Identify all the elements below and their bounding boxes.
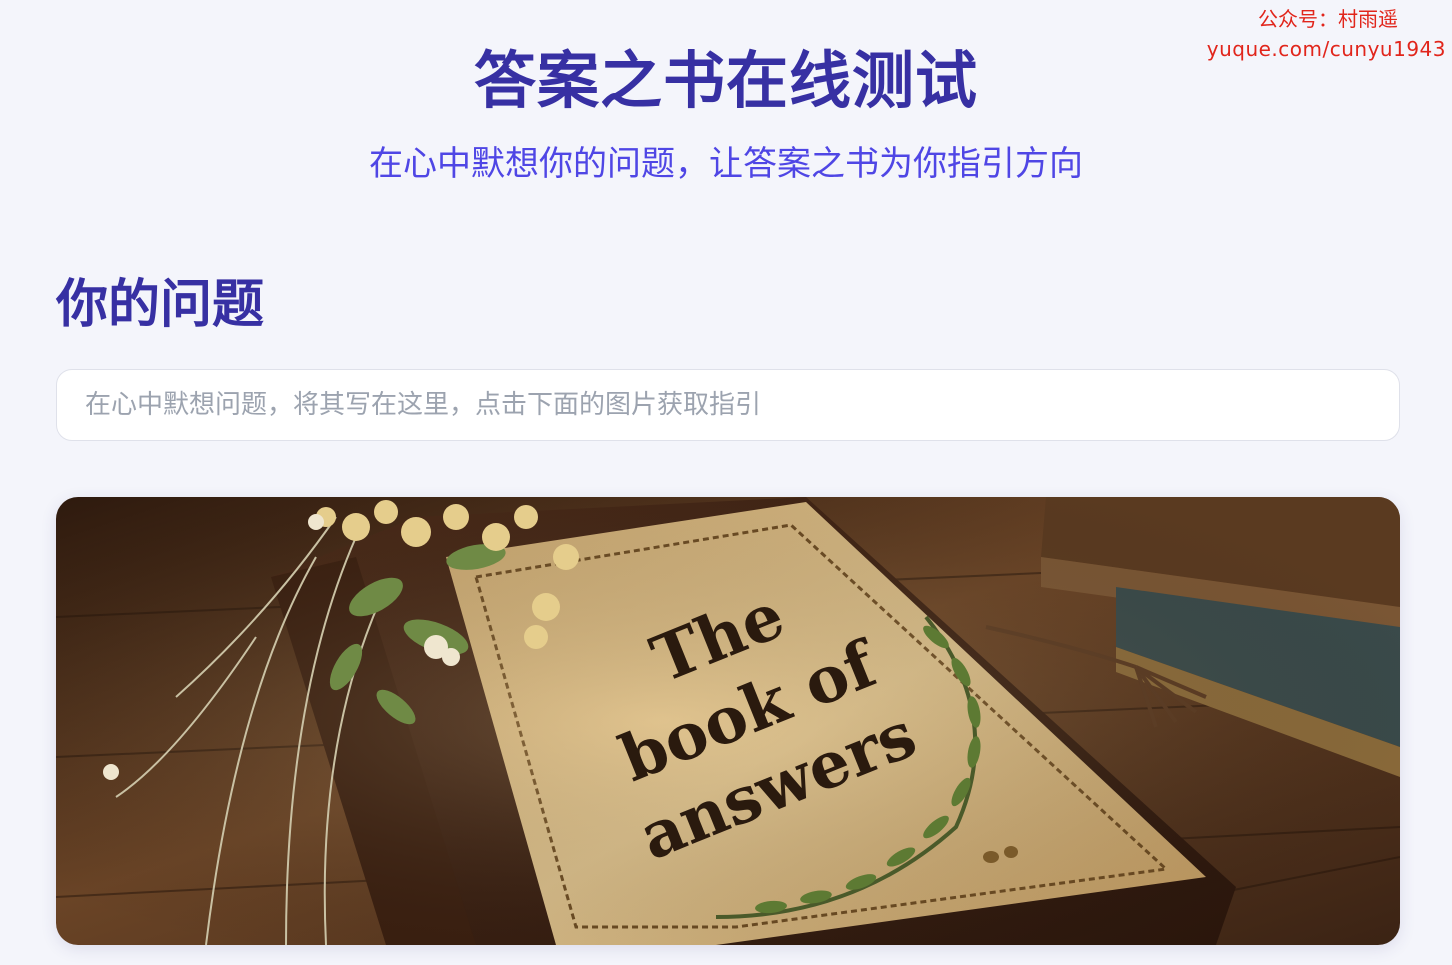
question-input[interactable] [56, 369, 1400, 441]
book-of-answers-image-button[interactable]: The book of answers [56, 497, 1400, 945]
page: 公众号：村雨遥 yuque.com/cunyu1943 答案之书在线测试 在心中… [0, 0, 1452, 965]
book-of-answers-illustration: The book of answers [56, 497, 1400, 945]
page-subtitle: 在心中默想你的问题，让答案之书为你指引方向 [369, 144, 1083, 184]
question-heading: 你的问题 [56, 275, 265, 335]
page-title: 答案之书在线测试 [473, 44, 978, 117]
